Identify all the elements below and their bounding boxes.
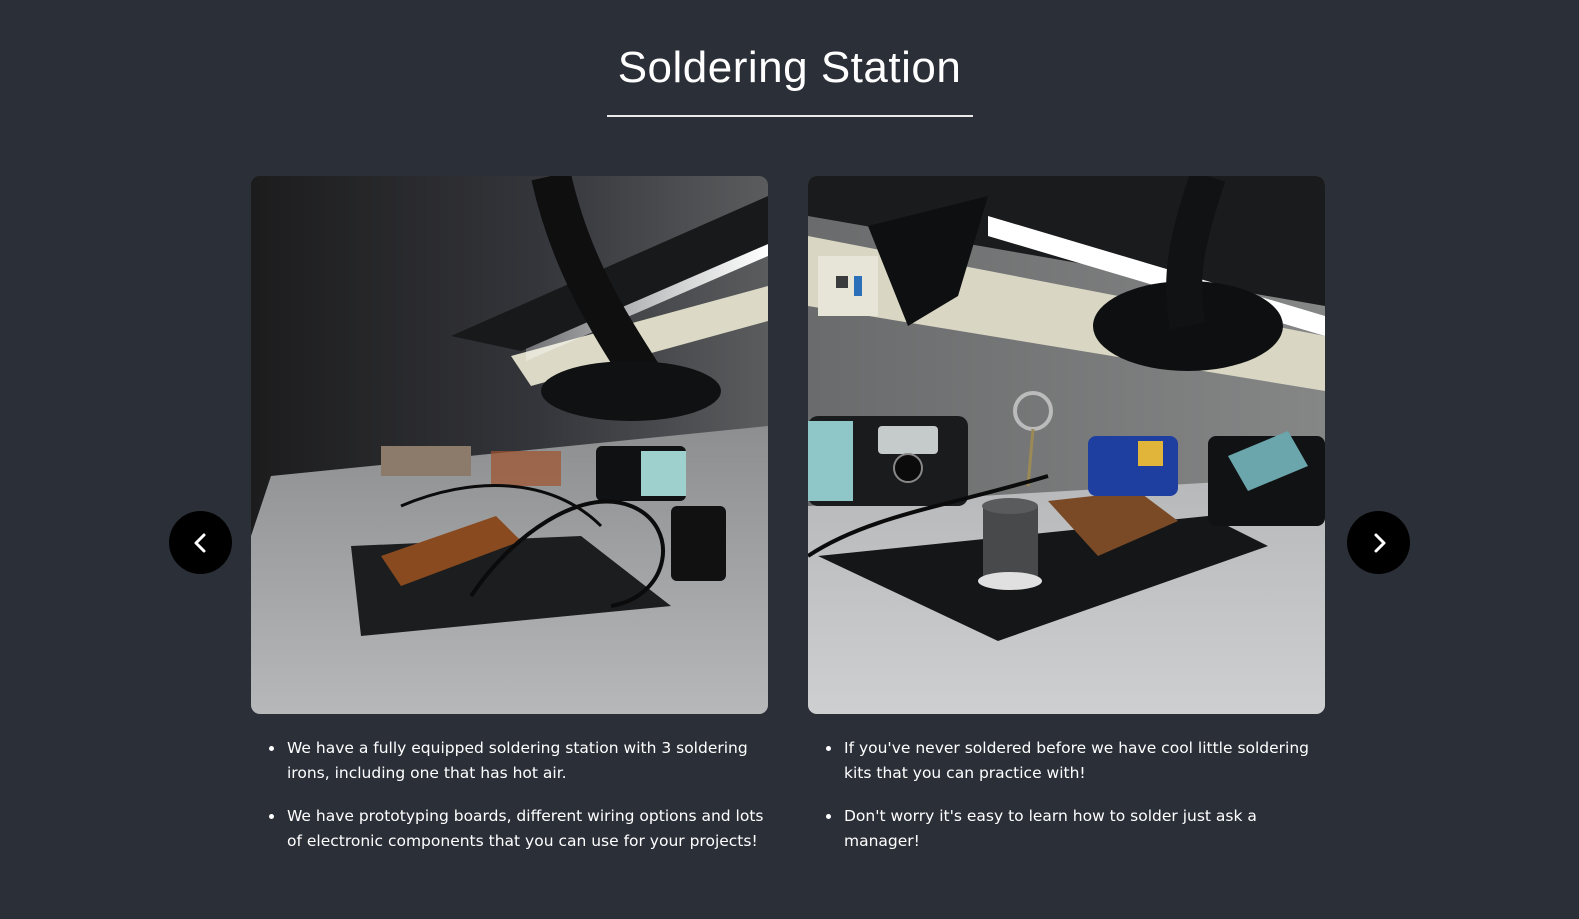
chevron-left-icon xyxy=(194,533,205,552)
slide-1-bullet-list: We have a fully equipped soldering stati… xyxy=(251,736,768,854)
page-title: Soldering Station xyxy=(617,43,962,92)
list-item: Don't worry it's easy to learn how to so… xyxy=(826,804,1325,854)
list-item: If you've never soldered before we have … xyxy=(826,736,1325,786)
carousel-next-button[interactable] xyxy=(1347,511,1410,574)
chevron-right-icon xyxy=(1374,533,1385,552)
carousel-slide-1: We have a fully equipped soldering stati… xyxy=(251,176,768,872)
soldering-bench-photo-2 xyxy=(808,176,1325,714)
carousel-prev-button[interactable] xyxy=(169,511,232,574)
carousel-slide-2: If you've never soldered before we have … xyxy=(808,176,1325,872)
soldering-station-section: Soldering Station We have a fully equipp… xyxy=(0,0,1579,919)
list-item: We have a fully equipped soldering stati… xyxy=(269,736,768,786)
slide-2-bullet-list: If you've never soldered before we have … xyxy=(808,736,1325,854)
list-item: We have prototyping boards, different wi… xyxy=(269,804,768,854)
title-underline xyxy=(607,115,973,117)
soldering-bench-photo-1 xyxy=(251,176,768,714)
